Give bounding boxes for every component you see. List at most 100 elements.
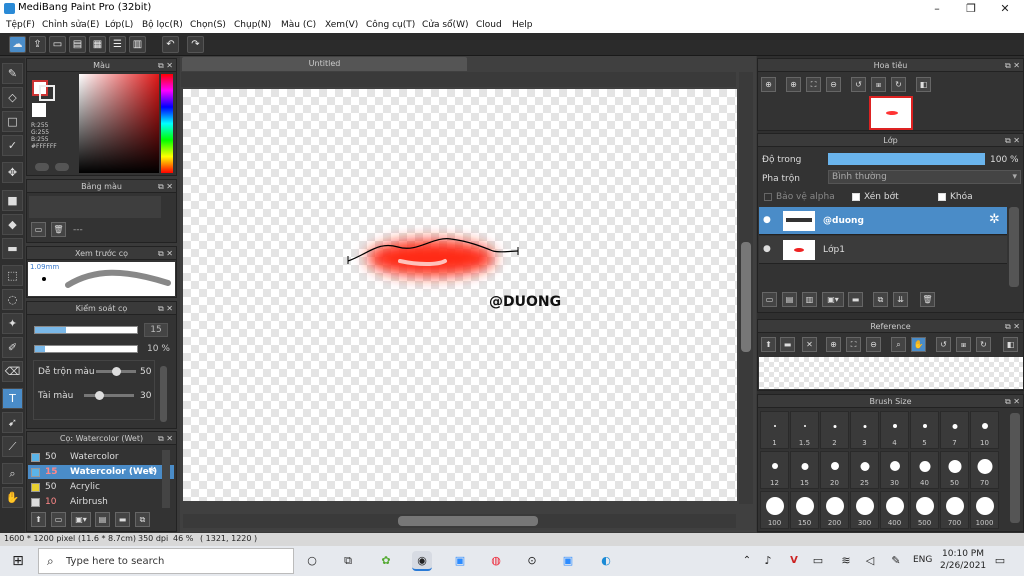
brush-size-cell[interactable]: 5 — [910, 411, 939, 449]
ink-slider[interactable] — [84, 391, 134, 400]
pen-icon[interactable]: ✎ — [886, 551, 906, 571]
new-layer-icon[interactable]: ▭ — [762, 292, 777, 307]
brush-size-cell[interactable]: 700 — [940, 491, 969, 529]
tray-v-icon[interactable]: V — [784, 551, 804, 571]
blend-mode-select[interactable]: Bình thường ▾ — [828, 170, 1021, 184]
palette-area[interactable] — [29, 196, 161, 218]
brush-item-acrylic[interactable]: 50 Acrylic — [28, 480, 174, 494]
new-halftone-layer-icon[interactable]: ▤ — [782, 292, 797, 307]
brush-item-airbrush[interactable]: 10 Airbrush — [28, 495, 174, 509]
panel-controls-icon[interactable]: ⧉ ✕ — [158, 247, 173, 260]
panel-controls-icon[interactable]: ⧉ ✕ — [158, 302, 173, 315]
brush-size-cell[interactable]: 300 — [850, 491, 879, 529]
divide-tool-icon[interactable]: ⟋ — [2, 436, 23, 457]
select-eraser-icon[interactable]: ⌫ — [2, 361, 23, 382]
hand-tool-icon[interactable]: ✋ — [2, 487, 23, 508]
new-brush-icon[interactable]: ▭ — [51, 512, 66, 527]
restore-button[interactable]: ❐ — [954, 0, 988, 17]
new-8bit-layer-icon[interactable]: ▥ — [802, 292, 817, 307]
brush-item-watercolor[interactable]: 50 Watercolor — [28, 450, 174, 464]
reference-hand-icon[interactable]: ✋ — [911, 337, 926, 352]
brush-size-cell[interactable]: 400 — [880, 491, 909, 529]
taskbar-search-box[interactable]: ⌕ Type here to search — [38, 548, 294, 574]
protect-alpha-checkbox[interactable] — [764, 193, 772, 201]
horizontal-scroll-thumb[interactable] — [398, 516, 538, 526]
reference-zoom-out-icon[interactable]: ⊖ — [866, 337, 881, 352]
vertical-scroll-thumb[interactable] — [741, 242, 751, 352]
brush-size-cell[interactable]: 15 — [790, 451, 819, 489]
drawing-canvas[interactable]: @DUONG — [183, 89, 737, 501]
brush-control-scrollbar[interactable] — [160, 366, 167, 422]
chat-icon[interactable]: ▤ — [69, 36, 86, 53]
keyboard-icon[interactable]: ▭ — [808, 551, 828, 571]
panel-controls-icon[interactable]: ⧉ ✕ — [1005, 134, 1020, 147]
zoom-icon[interactable]: ⊕ — [786, 77, 801, 92]
panel-controls-icon[interactable]: ⧉ ✕ — [158, 432, 173, 445]
layer-opacity-slider[interactable] — [828, 153, 985, 165]
opacity-slider[interactable] — [34, 345, 138, 353]
cloud-icon[interactable]: ☁ — [9, 36, 26, 53]
reference-zoom-in-icon[interactable]: ⊕ — [826, 337, 841, 352]
mix-slider[interactable] — [96, 367, 136, 376]
brush-size-cell[interactable]: 1.5 — [790, 411, 819, 449]
document-icon[interactable]: ▦ — [89, 36, 106, 53]
close-button[interactable]: ✕ — [988, 0, 1022, 17]
delete-palette-icon[interactable]: 🗑 — [51, 222, 66, 237]
panel-controls-icon[interactable]: ⧉ ✕ — [158, 59, 173, 72]
rect-select-icon[interactable]: ⬚ — [2, 265, 23, 286]
brush-size-cell[interactable]: 7 — [940, 411, 969, 449]
saturation-value-picker[interactable] — [79, 74, 159, 173]
layer-folder-icon[interactable]: ▬ — [848, 292, 863, 307]
move-tool-icon[interactable]: ✥ — [2, 162, 23, 183]
brush-size-cell[interactable]: 100 — [760, 491, 789, 529]
brush-size-cell[interactable]: 2 — [820, 411, 849, 449]
camera-icon[interactable]: ⊙ — [522, 551, 542, 571]
flip-icon[interactable]: ⧆ — [871, 77, 886, 92]
menu-filter[interactable]: Bộ lọc(R) — [142, 20, 183, 30]
menu-layer[interactable]: Lớp(L) — [105, 20, 133, 30]
eyedropper-icon[interactable]: ⌕ — [2, 463, 23, 484]
menu-color[interactable]: Màu (C) — [281, 20, 316, 30]
zoom-app-icon-2[interactable]: ▣ — [558, 551, 578, 571]
operation-tool-icon[interactable]: ➹ — [2, 412, 23, 433]
color-mode-button-2[interactable] — [55, 163, 69, 171]
clock-time[interactable]: 10:10 PM — [942, 549, 984, 559]
fill-rect-icon[interactable]: ■ — [2, 190, 23, 211]
menu-capture[interactable]: Chụp(N) — [234, 20, 271, 30]
comment-icon[interactable]: ▭ — [49, 36, 66, 53]
panel-controls-icon[interactable]: ⧉ ✕ — [1005, 395, 1020, 408]
brush-size-value[interactable]: 15 — [144, 323, 168, 337]
select-pen-icon[interactable]: ✐ — [2, 337, 23, 358]
add-brush-icon[interactable]: ⬆ — [31, 512, 46, 527]
gradient-tool-icon[interactable]: ▬ — [2, 238, 23, 259]
reference-canvas[interactable] — [759, 357, 1023, 389]
magic-wand-icon[interactable]: ✦ — [2, 313, 23, 334]
hue-slider[interactable] — [161, 74, 173, 173]
panel-controls-icon[interactable]: ⧉ ✕ — [1005, 59, 1020, 72]
redo-icon[interactable]: ↷ — [187, 36, 204, 53]
bucket-tool-icon[interactable]: ◆ — [2, 214, 23, 235]
brush-size-cell[interactable]: 40 — [910, 451, 939, 489]
panel-controls-icon[interactable]: ⧉ ✕ — [158, 180, 173, 193]
brush-size-cell[interactable]: 150 — [790, 491, 819, 529]
zoom-out-icon[interactable]: ⊖ — [826, 77, 841, 92]
rotate-left-icon[interactable]: ↺ — [851, 77, 866, 92]
list-icon[interactable]: ☰ — [109, 36, 126, 53]
chrome-icon[interactable]: ◍ — [486, 551, 506, 571]
visibility-eye-icon[interactable]: ● — [763, 215, 771, 225]
brush-size-cell[interactable]: 30 — [880, 451, 909, 489]
horizontal-scrollbar[interactable] — [183, 514, 736, 528]
brush-menu-icon[interactable]: ▣▾ — [71, 512, 91, 527]
visibility-eye-icon[interactable]: ● — [763, 244, 771, 254]
brush-doc-icon[interactable]: ▤ — [95, 512, 110, 527]
brush-tool-icon[interactable]: ✎ — [2, 63, 23, 84]
reference-flip-icon[interactable]: ⧆ — [956, 337, 971, 352]
duplicate-layer-icon[interactable]: ⧉ — [873, 292, 888, 307]
reference-upload-icon[interactable]: ⬆ — [761, 337, 776, 352]
brush-size-cell[interactable]: 3 — [850, 411, 879, 449]
zoom-app-icon[interactable]: ▣ — [450, 551, 470, 571]
brush-size-cell[interactable]: 50 — [940, 451, 969, 489]
language-indicator[interactable]: ENG — [913, 555, 932, 565]
brush-size-cell[interactable]: 4 — [880, 411, 909, 449]
layer-scrollbar[interactable] — [1009, 207, 1019, 287]
